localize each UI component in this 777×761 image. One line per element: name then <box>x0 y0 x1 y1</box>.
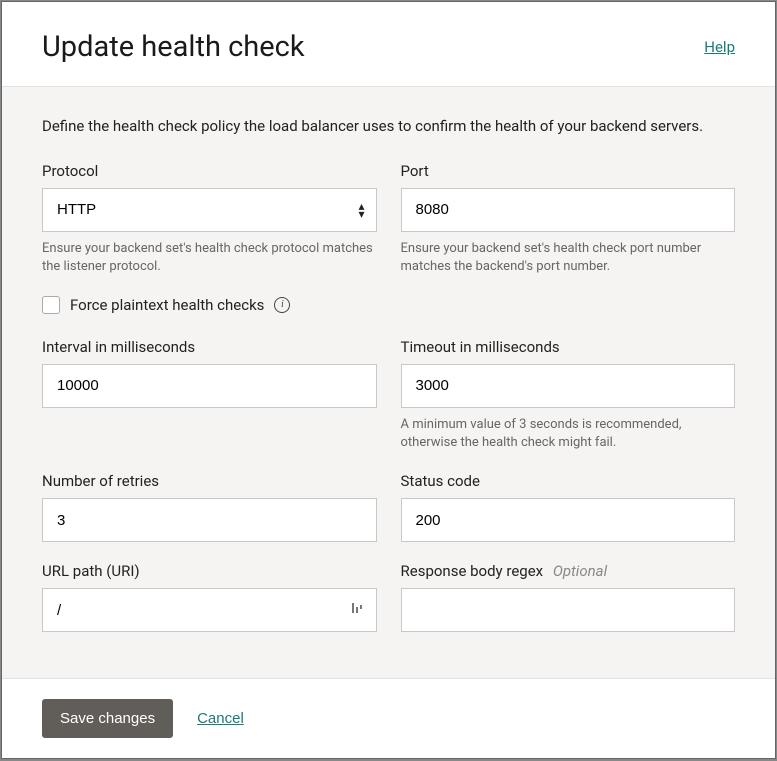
field-response-regex: Response body regex Optional <box>401 562 736 632</box>
retries-input[interactable] <box>42 498 377 542</box>
interval-input[interactable] <box>42 364 377 408</box>
update-health-check-dialog: Update health check Help Define the heal… <box>1 1 776 759</box>
dialog-title: Update health check <box>42 30 305 64</box>
status-code-label: Status code <box>401 472 736 490</box>
protocol-select-wrap: ▴▾ <box>42 188 377 232</box>
port-label: Port <box>401 162 736 180</box>
interval-label: Interval in milliseconds <box>42 338 377 356</box>
help-link[interactable]: Help <box>704 38 735 56</box>
timeout-helper: A minimum value of 3 seconds is recommen… <box>401 416 736 452</box>
port-input[interactable] <box>401 188 736 232</box>
save-button[interactable]: Save changes <box>42 699 173 738</box>
response-regex-label-text: Response body regex <box>401 562 544 580</box>
info-icon[interactable]: i <box>274 297 290 313</box>
url-path-label: URL path (URI) <box>42 562 377 580</box>
status-code-input[interactable] <box>401 498 736 542</box>
row-url-regex: URL path (URI) Response body regex Optio… <box>42 562 735 632</box>
url-path-input-wrap <box>42 588 377 632</box>
protocol-select[interactable] <box>42 188 377 232</box>
port-helper: Ensure your backend set's health check p… <box>401 240 736 276</box>
dialog-description: Define the health check policy the load … <box>42 115 735 138</box>
dialog-footer: Save changes Cancel <box>2 678 775 758</box>
url-path-input[interactable] <box>42 588 377 632</box>
field-retries: Number of retries <box>42 472 377 542</box>
field-port: Port Ensure your backend set's health ch… <box>401 162 736 276</box>
force-plaintext-checkbox[interactable] <box>42 296 60 314</box>
field-timeout: Timeout in milliseconds A minimum value … <box>401 338 736 452</box>
timeout-input[interactable] <box>401 364 736 408</box>
protocol-helper: Ensure your backend set's health check p… <box>42 240 377 276</box>
response-regex-label: Response body regex Optional <box>401 562 736 580</box>
field-url-path: URL path (URI) <box>42 562 377 632</box>
cancel-button[interactable]: Cancel <box>197 710 244 727</box>
row-retries-status: Number of retries Status code <box>42 472 735 542</box>
force-plaintext-row: Force plaintext health checks i <box>42 296 735 314</box>
timeout-label: Timeout in milliseconds <box>401 338 736 356</box>
row-protocol-port: Protocol ▴▾ Ensure your backend set's he… <box>42 162 735 276</box>
force-plaintext-label: Force plaintext health checks <box>70 296 264 314</box>
field-protocol: Protocol ▴▾ Ensure your backend set's he… <box>42 162 377 276</box>
response-regex-optional: Optional <box>553 562 607 580</box>
protocol-label: Protocol <box>42 162 377 180</box>
response-regex-input[interactable] <box>401 588 736 632</box>
field-status-code: Status code <box>401 472 736 542</box>
field-interval: Interval in milliseconds <box>42 338 377 452</box>
dialog-header: Update health check Help <box>2 2 775 87</box>
row-interval-timeout: Interval in milliseconds Timeout in mill… <box>42 338 735 452</box>
dialog-body: Define the health check policy the load … <box>2 87 775 678</box>
retries-label: Number of retries <box>42 472 377 490</box>
